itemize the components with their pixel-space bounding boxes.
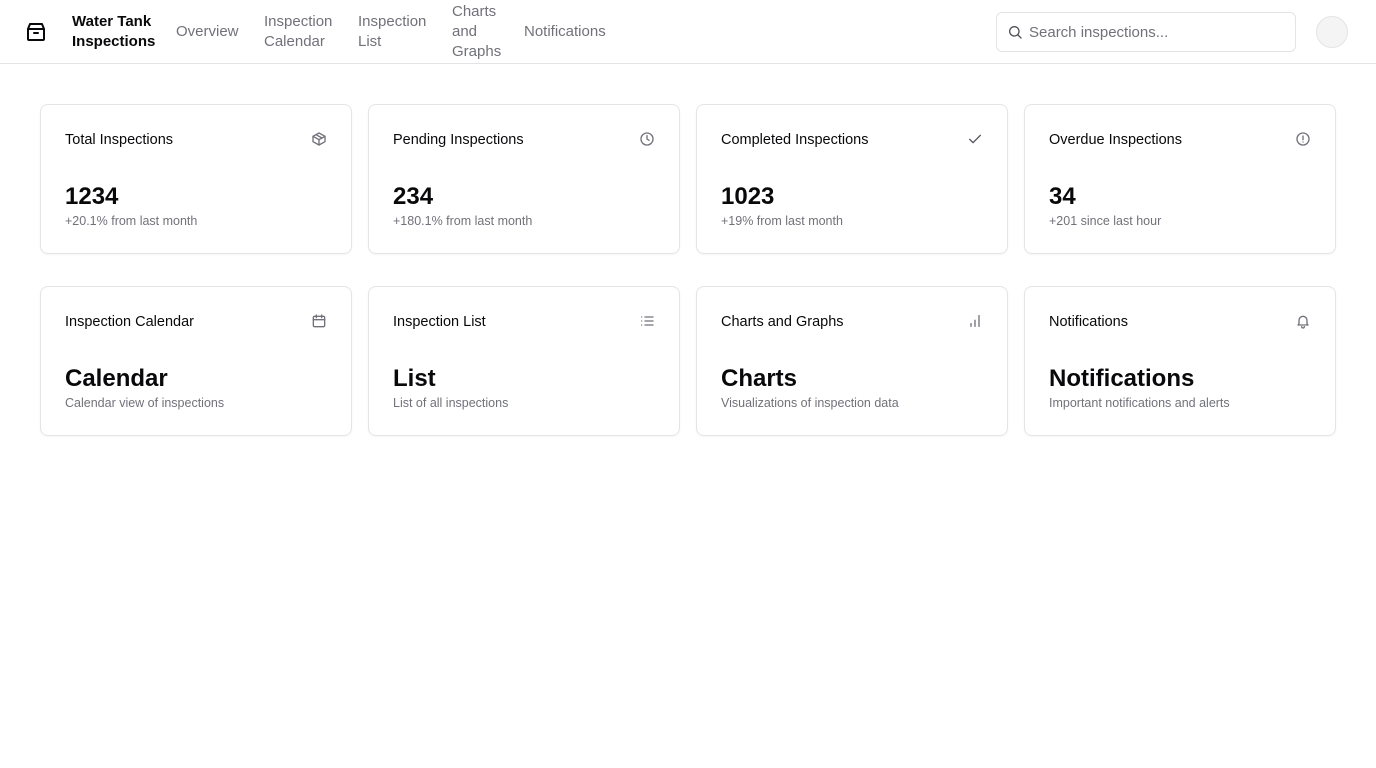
search-input[interactable] (1029, 13, 1291, 51)
list-icon (639, 313, 655, 329)
card-value: List (393, 365, 436, 392)
card-value: 234 (393, 183, 434, 210)
card-title: Notifications (1049, 314, 1128, 330)
card-title: Inspection Calendar (65, 314, 194, 330)
section-card-charts[interactable]: Charts and Graphs Charts Visualizations … (696, 286, 1008, 436)
box-icon (311, 131, 327, 147)
card-subtext: +20.1% from last month (65, 214, 198, 228)
package-icon[interactable] (24, 20, 48, 44)
card-subtext: +201 since last hour (1049, 214, 1162, 228)
bar-chart-icon (967, 313, 983, 329)
card-subtext: +180.1% from last month (393, 214, 533, 228)
nav-notifications[interactable]: Notifications (524, 22, 606, 42)
card-value: 1234 (65, 183, 119, 210)
card-value: Notifications (1049, 365, 1195, 392)
top-navbar: Water Tank Inspections Overview Inspecti… (0, 0, 1376, 64)
section-card-calendar[interactable]: Inspection Calendar Calendar Calendar vi… (40, 286, 352, 436)
stat-card-pending: Pending Inspections 234 +180.1% from las… (368, 104, 680, 254)
stat-card-total: Total Inspections 1234 +20.1% from last … (40, 104, 352, 254)
card-subtext: +19% from last month (721, 214, 843, 228)
card-subtext: Calendar view of inspections (65, 396, 225, 410)
card-title: Completed Inspections (721, 132, 869, 148)
card-value: 34 (1049, 183, 1076, 210)
search-icon (1007, 24, 1023, 40)
nav-inspection-calendar[interactable]: Inspection Calendar (264, 12, 340, 52)
bell-icon (1295, 313, 1311, 329)
clock-icon (639, 131, 655, 147)
section-card-list[interactable]: Inspection List List List of all inspect… (368, 286, 680, 436)
stat-card-overdue: Overdue Inspections 34 +201 since last h… (1024, 104, 1336, 254)
card-subtext: List of all inspections (393, 396, 509, 410)
card-title: Pending Inspections (393, 132, 524, 148)
avatar[interactable] (1316, 16, 1348, 48)
section-card-notifications[interactable]: Notifications Notifications Important no… (1024, 286, 1336, 436)
card-value: Charts (721, 365, 798, 392)
card-subtext: Visualizations of inspection data (721, 396, 899, 410)
calendar-icon (311, 313, 327, 329)
stat-card-completed: Completed Inspections 1023 +19% from las… (696, 104, 1008, 254)
nav-charts-and-graphs[interactable]: Charts and Graphs (452, 2, 502, 62)
search-box (996, 12, 1296, 52)
nav-inspection-list[interactable]: Inspection List (358, 12, 434, 52)
card-title: Total Inspections (65, 132, 174, 148)
check-icon (967, 131, 983, 147)
card-subtext: Important notifications and alerts (1049, 396, 1230, 410)
nav-overview[interactable]: Overview (176, 22, 239, 42)
brand-title[interactable]: Water Tank Inspections (72, 12, 162, 52)
card-title: Overdue Inspections (1049, 132, 1182, 148)
card-value: Calendar (65, 365, 168, 392)
card-value: 1023 (721, 183, 775, 210)
card-title: Inspection List (393, 314, 486, 330)
card-title: Charts and Graphs (721, 314, 844, 330)
alert-circle-icon (1295, 131, 1311, 147)
